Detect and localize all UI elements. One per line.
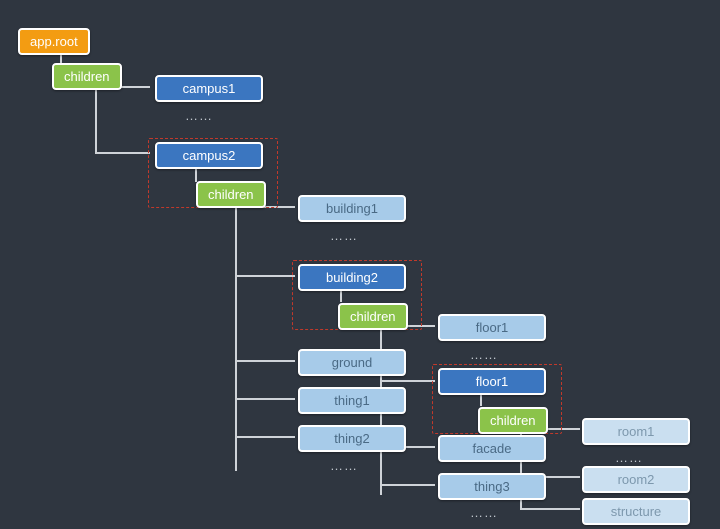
connector xyxy=(235,360,295,362)
children-node: children xyxy=(196,181,266,208)
connector xyxy=(95,86,97,154)
connector xyxy=(235,398,295,400)
ellipsis: …… xyxy=(615,450,643,465)
structure-node: structure xyxy=(582,498,690,525)
ellipsis: …… xyxy=(330,228,358,243)
floor1a-node: floor1 xyxy=(438,314,546,341)
ellipsis: …… xyxy=(185,108,213,123)
thing3-node: thing3 xyxy=(438,473,546,500)
room1-node: room1 xyxy=(582,418,690,445)
tree-diagram: app.root children campus1 …… campus2 chi… xyxy=(0,0,720,529)
thing2-node: thing2 xyxy=(298,425,406,452)
connector xyxy=(235,275,295,277)
connector xyxy=(380,380,435,382)
building1-node: building1 xyxy=(298,195,406,222)
campus1-node: campus1 xyxy=(155,75,263,102)
connector xyxy=(520,508,580,510)
root-node: app.root xyxy=(18,28,90,55)
ellipsis: …… xyxy=(470,347,498,362)
connector xyxy=(235,206,237,471)
connector xyxy=(380,484,435,486)
room2-node: room2 xyxy=(582,466,690,493)
children-node: children xyxy=(338,303,408,330)
ellipsis: …… xyxy=(470,505,498,520)
ground-node: ground xyxy=(298,349,406,376)
campus2-node: campus2 xyxy=(155,142,263,169)
children-node: children xyxy=(52,63,122,90)
children-node: children xyxy=(478,407,548,434)
ellipsis: …… xyxy=(330,458,358,473)
building2-node: building2 xyxy=(298,264,406,291)
floor1b-node: floor1 xyxy=(438,368,546,395)
thing1-node: thing1 xyxy=(298,387,406,414)
connector xyxy=(95,152,150,154)
facade-node: facade xyxy=(438,435,546,462)
connector xyxy=(235,436,295,438)
